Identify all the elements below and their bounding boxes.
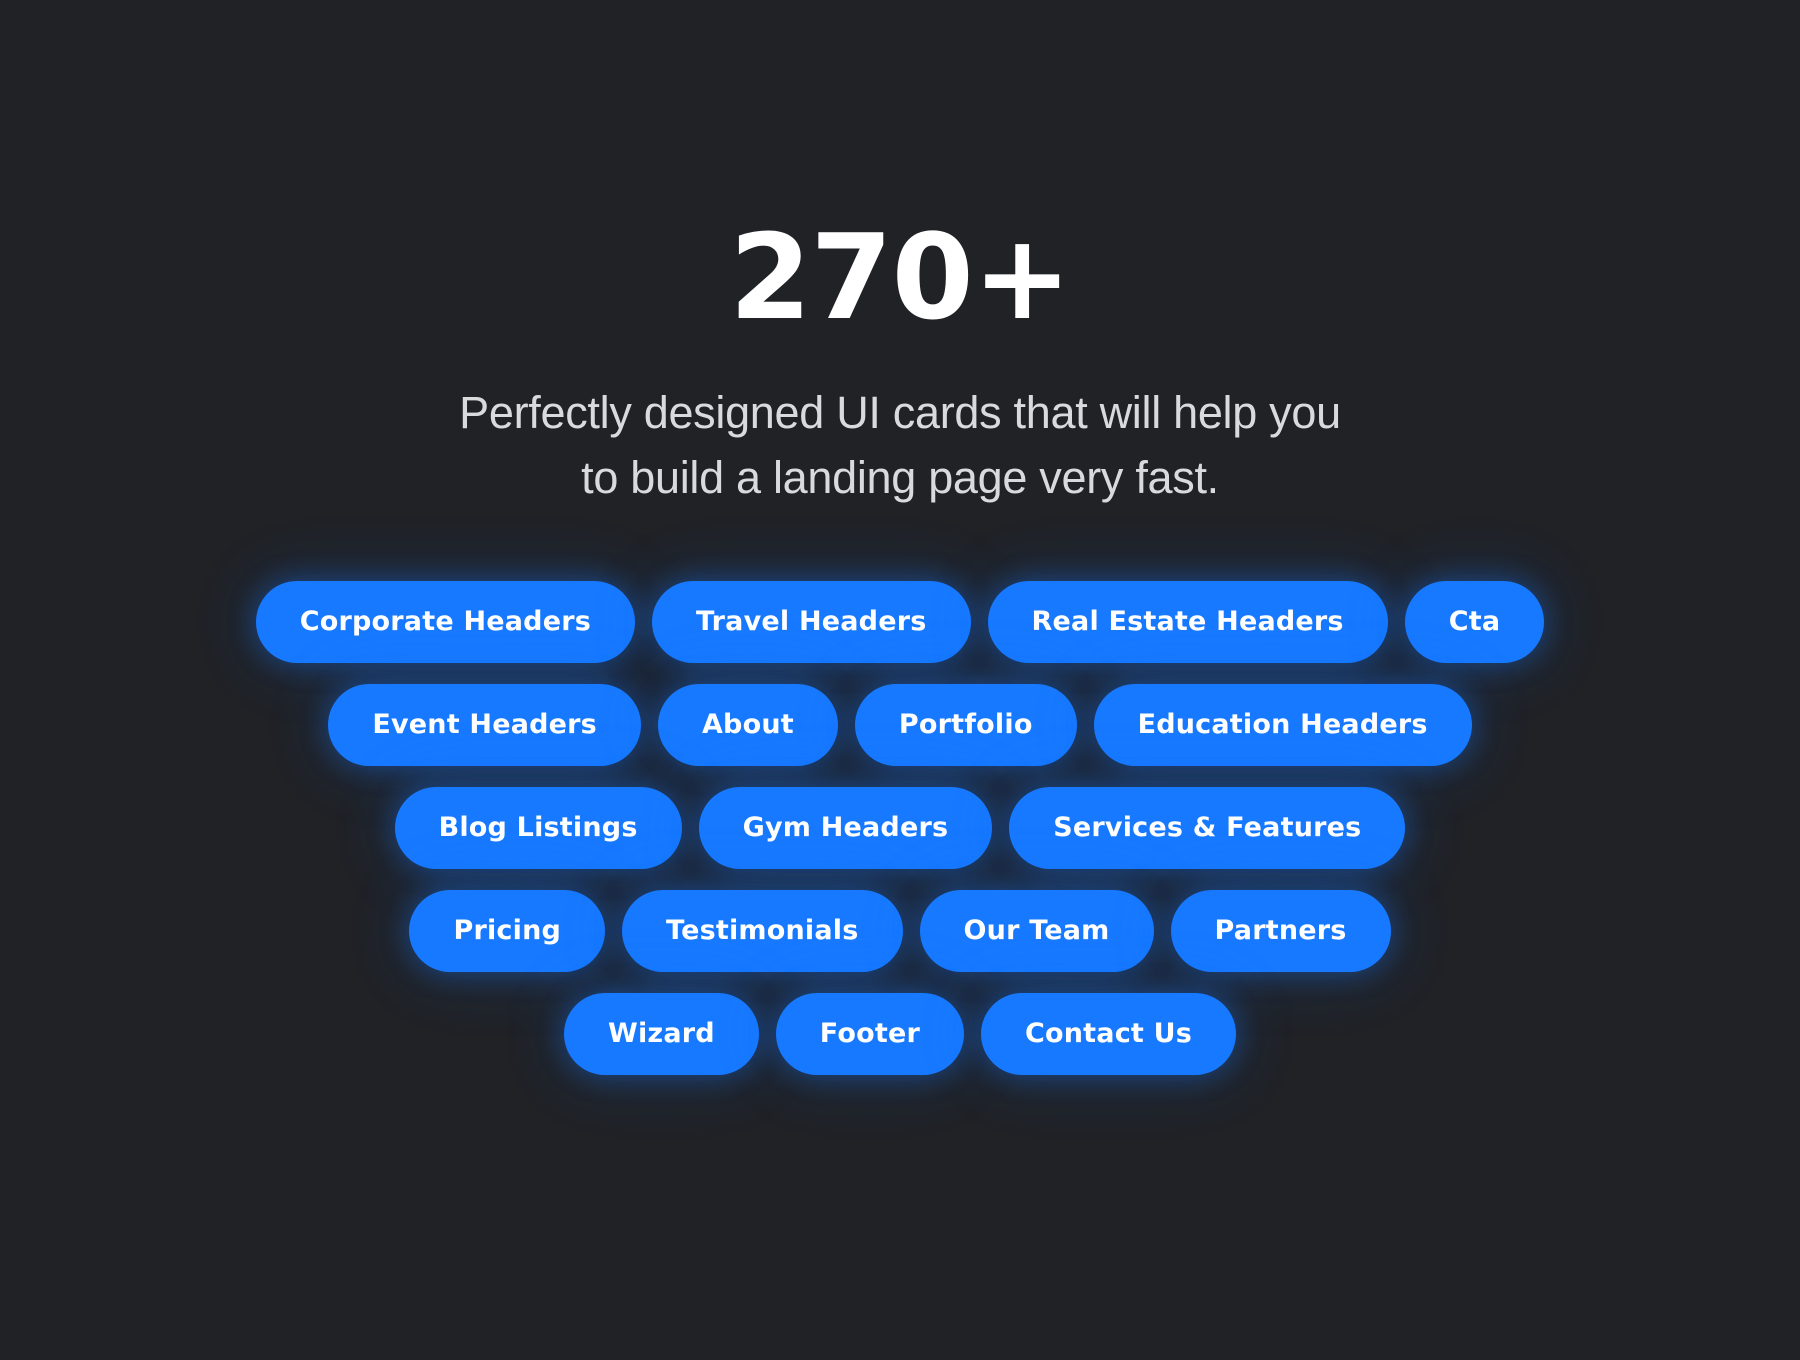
tag-pill-travel-headers[interactable]: Travel Headers [652, 580, 971, 663]
tag-pill-education-headers[interactable]: Education Headers [1093, 683, 1472, 766]
tag-pill-partners[interactable]: Partners [1170, 889, 1391, 972]
tag-row: Wizard Footer Contact Us [130, 992, 1670, 1075]
tag-pill-wizard[interactable]: Wizard [563, 992, 759, 1075]
tag-cloud: Corporate Headers Travel Headers Real Es… [130, 580, 1670, 1075]
tag-pill-cta[interactable]: Cta [1404, 580, 1545, 663]
landing-page: 270+ Perfectly designed UI cards that wi… [0, 0, 1800, 1360]
tag-pill-real-estate-headers[interactable]: Real Estate Headers [987, 580, 1388, 663]
tag-pill-footer[interactable]: Footer [775, 992, 964, 1075]
tag-pill-about[interactable]: About [657, 683, 838, 766]
tag-pill-portfolio[interactable]: Portfolio [854, 683, 1077, 766]
tag-pill-event-headers[interactable]: Event Headers [328, 683, 641, 766]
page-title: 270+ [729, 208, 1071, 346]
tag-pill-services-and-features[interactable]: Services & Features [1009, 786, 1406, 869]
tag-row: Event Headers About Portfolio Education … [130, 683, 1670, 766]
tag-row: Pricing Testimonials Our Team Partners [130, 889, 1670, 972]
tag-row: Blog Listings Gym Headers Services & Fea… [130, 786, 1670, 869]
tag-pill-contact-us[interactable]: Contact Us [980, 992, 1237, 1075]
tag-pill-corporate-headers[interactable]: Corporate Headers [255, 580, 635, 663]
hero-subtitle: Perfectly designed UI cards that will he… [0, 380, 1800, 511]
tag-pill-testimonials[interactable]: Testimonials [622, 889, 903, 972]
tag-pill-pricing[interactable]: Pricing [409, 889, 606, 972]
tag-row: Corporate Headers Travel Headers Real Es… [130, 580, 1670, 663]
hero-subtitle-line-1: Perfectly designed UI cards that will he… [459, 387, 1341, 438]
hero-section: 270+ Perfectly designed UI cards that wi… [0, 218, 1800, 511]
tag-pill-our-team[interactable]: Our Team [919, 889, 1154, 972]
tag-pill-blog-listings[interactable]: Blog Listings [394, 786, 682, 869]
tag-pill-gym-headers[interactable]: Gym Headers [698, 786, 993, 869]
hero-subtitle-line-2: to build a landing page very fast. [581, 452, 1219, 504]
